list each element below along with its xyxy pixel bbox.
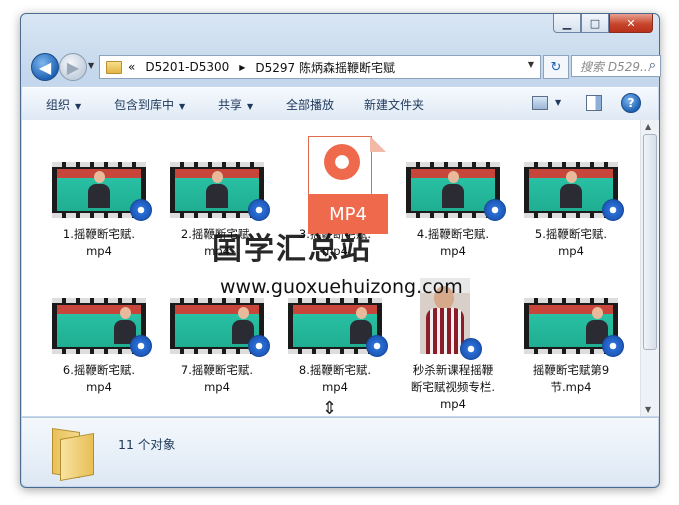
file-name: 1.摇鞭断宅赋. mp4 xyxy=(62,227,136,258)
watermark-text: 国学汇总站 xyxy=(212,232,372,267)
organize-label: 组织 xyxy=(46,98,71,112)
file-name: 7.摇鞭断宅赋. mp4 xyxy=(180,363,254,394)
preview-pane-icon[interactable] xyxy=(586,95,602,111)
caption-buttons: ▁ □ ✕ xyxy=(553,14,653,33)
video-thumbnail xyxy=(52,298,152,357)
vertical-scrollbar[interactable]: ▲ ▼ xyxy=(640,120,659,416)
player-badge-icon xyxy=(130,335,152,357)
breadcrumb-overflow[interactable]: « xyxy=(128,60,135,74)
player-badge-icon xyxy=(248,199,270,221)
file-item[interactable]: 7.摇鞭断宅赋. mp4 xyxy=(162,298,272,396)
file-item[interactable]: 秒杀新课程摇鞭 断宅赋视频专栏. mp4 xyxy=(398,278,508,413)
file-list: 1.摇鞭断宅赋. mp4 2.摇鞭断宅赋. mp4 3.摇鞭断宅赋. mp4 MP4 … xyxy=(22,120,640,416)
change-view-icon[interactable] xyxy=(532,96,548,110)
search-input[interactable]: 搜索 D529... ⌕ xyxy=(571,55,661,77)
file-name: 秒杀新课程摇鞭 断宅赋视频专栏. mp4 xyxy=(410,363,496,411)
video-thumbnail xyxy=(170,162,270,221)
back-button[interactable]: ◀ xyxy=(31,53,59,81)
share-label: 共享 xyxy=(218,98,243,112)
file-name: 5.摇鞭断宅赋. mp4 xyxy=(534,227,608,258)
details-pane: 11 个对象 xyxy=(22,417,658,486)
address-dropdown-icon[interactable]: ▼ xyxy=(528,60,534,69)
player-badge-icon xyxy=(130,199,152,221)
share-menu[interactable]: 共享 ▼ xyxy=(218,96,253,113)
breadcrumb-d5201[interactable]: D5201-D5300 xyxy=(145,60,229,74)
address-bar[interactable]: « D5201-D5300 ▶ D5297 陈炳森摇鞭断宅赋 ▼ xyxy=(99,55,541,79)
include-library-label: 包含到库中 xyxy=(114,98,175,112)
player-badge-icon xyxy=(602,199,624,221)
file-name: 8.摇鞭断宅赋. mp4 xyxy=(298,363,372,394)
file-item[interactable]: 摇鞭断宅赋第9 节.mp4 xyxy=(516,298,626,396)
video-thumbnail xyxy=(288,298,388,357)
file-name: 4.摇鞭断宅赋. mp4 xyxy=(416,227,490,258)
player-badge-icon xyxy=(248,335,270,357)
maximize-button[interactable]: □ xyxy=(581,14,609,33)
player-badge-icon xyxy=(484,199,506,221)
video-thumbnail xyxy=(524,162,624,221)
resize-cursor-icon: ⇕ xyxy=(322,398,338,419)
scroll-up-icon[interactable]: ▲ xyxy=(645,122,651,131)
video-thumbnail xyxy=(170,298,270,357)
command-bar: 组织 ▼ 包含到库中 ▼ 共享 ▼ 全部播放 新建文件夹 ▼ ? xyxy=(22,87,658,121)
file-item[interactable]: 5.摇鞭断宅赋. mp4 xyxy=(516,162,626,260)
explorer-window: ▁ □ ✕ ◀ ▶ ▼ « D5201-D5300 ▶ D5297 陈炳森摇鞭断… xyxy=(20,13,661,488)
navigation-bar: ◀ ▶ ▼ « D5201-D5300 ▶ D5297 陈炳森摇鞭断宅赋 ▼ ↻… xyxy=(29,52,661,82)
organize-menu[interactable]: 组织 ▼ xyxy=(46,96,81,113)
refresh-icon: ↻ xyxy=(550,59,562,75)
include-library-menu[interactable]: 包含到库中 ▼ xyxy=(114,96,185,113)
recent-pages-dropdown[interactable]: ▼ xyxy=(88,61,94,70)
video-thumbnail xyxy=(406,162,506,221)
play-all-button[interactable]: 全部播放 xyxy=(286,96,334,113)
new-folder-button[interactable]: 新建文件夹 xyxy=(364,96,424,113)
search-icon[interactable]: ⌕ xyxy=(649,58,656,73)
file-item[interactable]: 1.摇鞭断宅赋. mp4 xyxy=(44,162,154,260)
video-thumbnail xyxy=(52,162,152,221)
breadcrumb-separator-icon[interactable]: ▶ xyxy=(239,63,245,72)
close-button[interactable]: ✕ xyxy=(609,14,653,33)
forward-button[interactable]: ▶ xyxy=(59,53,87,81)
player-badge-icon xyxy=(602,335,624,357)
mp4-file-icon: MP4 xyxy=(308,136,388,234)
scrollbar-thumb[interactable] xyxy=(643,134,657,350)
item-count: 11 个对象 xyxy=(118,437,176,452)
breadcrumb-current-folder[interactable]: D5297 陈炳森摇鞭断宅赋 xyxy=(255,59,395,76)
chevron-down-icon: ▼ xyxy=(179,102,186,111)
folder-icon xyxy=(106,60,122,74)
scroll-down-icon[interactable]: ▼ xyxy=(645,405,651,414)
refresh-button[interactable]: ↻ xyxy=(543,55,569,79)
chevron-down-icon: ▼ xyxy=(75,102,82,111)
file-name: 6.摇鞭断宅赋. mp4 xyxy=(62,363,136,394)
arrow-right-icon: ▶ xyxy=(66,57,80,77)
file-item[interactable]: 4.摇鞭断宅赋. mp4 xyxy=(398,162,508,260)
video-thumbnail xyxy=(524,298,624,357)
film-reel-icon xyxy=(324,144,360,180)
search-placeholder: 搜索 D529... xyxy=(580,59,652,74)
player-badge-icon xyxy=(460,338,482,360)
minimize-button[interactable]: ▁ xyxy=(553,14,581,33)
view-options-dropdown[interactable]: ▼ xyxy=(555,98,561,107)
file-item[interactable]: 6.摇鞭断宅赋. mp4 xyxy=(44,298,154,396)
chevron-down-icon: ▼ xyxy=(247,102,254,111)
file-name: 摇鞭断宅赋第9 节.mp4 xyxy=(532,363,610,394)
folder-icon xyxy=(52,428,94,481)
file-item[interactable]: 8.摇鞭断宅赋. mp4 xyxy=(280,298,390,396)
help-icon[interactable]: ? xyxy=(621,93,641,113)
arrow-left-icon: ◀ xyxy=(38,57,52,77)
watermark-url: www.guoxuehuizong.com xyxy=(220,276,463,298)
player-badge-icon xyxy=(366,335,388,357)
